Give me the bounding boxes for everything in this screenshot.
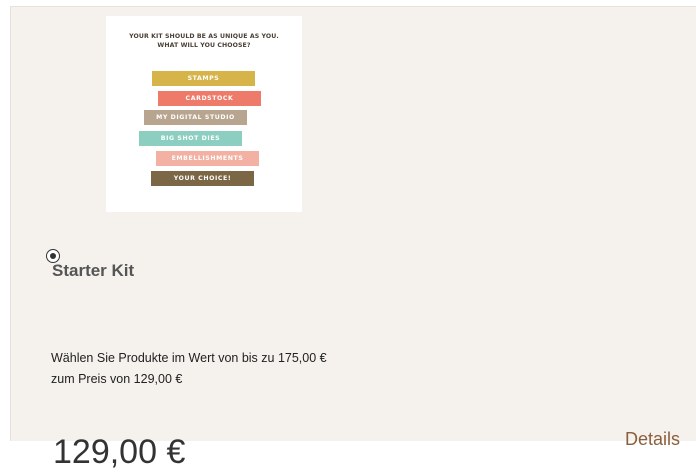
image-heading-line2: WHAT WILL YOU CHOOSE?: [157, 42, 251, 49]
product-price: 129,00 €: [53, 433, 186, 471]
strip-big-shot-dies: BIG SHOT DIES: [139, 131, 242, 146]
strip-my-digital-studio: MY DIGITAL STUDIO: [144, 110, 247, 125]
details-link[interactable]: Details: [625, 429, 680, 450]
image-heading: YOUR KIT SHOULD BE AS UNIQUE AS YOU. WHA…: [106, 32, 302, 50]
strip-embellishments: EMBELLISHMENTS: [156, 151, 259, 166]
strip-stamps: STAMPS: [152, 71, 255, 86]
description-line2: zum Preis von 129,00 €: [51, 372, 183, 386]
product-image[interactable]: YOUR KIT SHOULD BE AS UNIQUE AS YOU. WHA…: [106, 16, 302, 212]
description-line1: Wählen Sie Produkte im Wert von bis zu 1…: [51, 351, 327, 365]
image-heading-line1: YOUR KIT SHOULD BE AS UNIQUE AS YOU.: [129, 33, 279, 40]
product-description: Wählen Sie Produkte im Wert von bis zu 1…: [51, 348, 471, 390]
product-card: YOUR KIT SHOULD BE AS UNIQUE AS YOU. WHA…: [10, 6, 696, 471]
strip-cardstock: CARDSTOCK: [158, 91, 261, 106]
product-title: Starter Kit: [52, 261, 135, 280]
strip-your-choice: YOUR CHOICE!: [151, 171, 254, 186]
